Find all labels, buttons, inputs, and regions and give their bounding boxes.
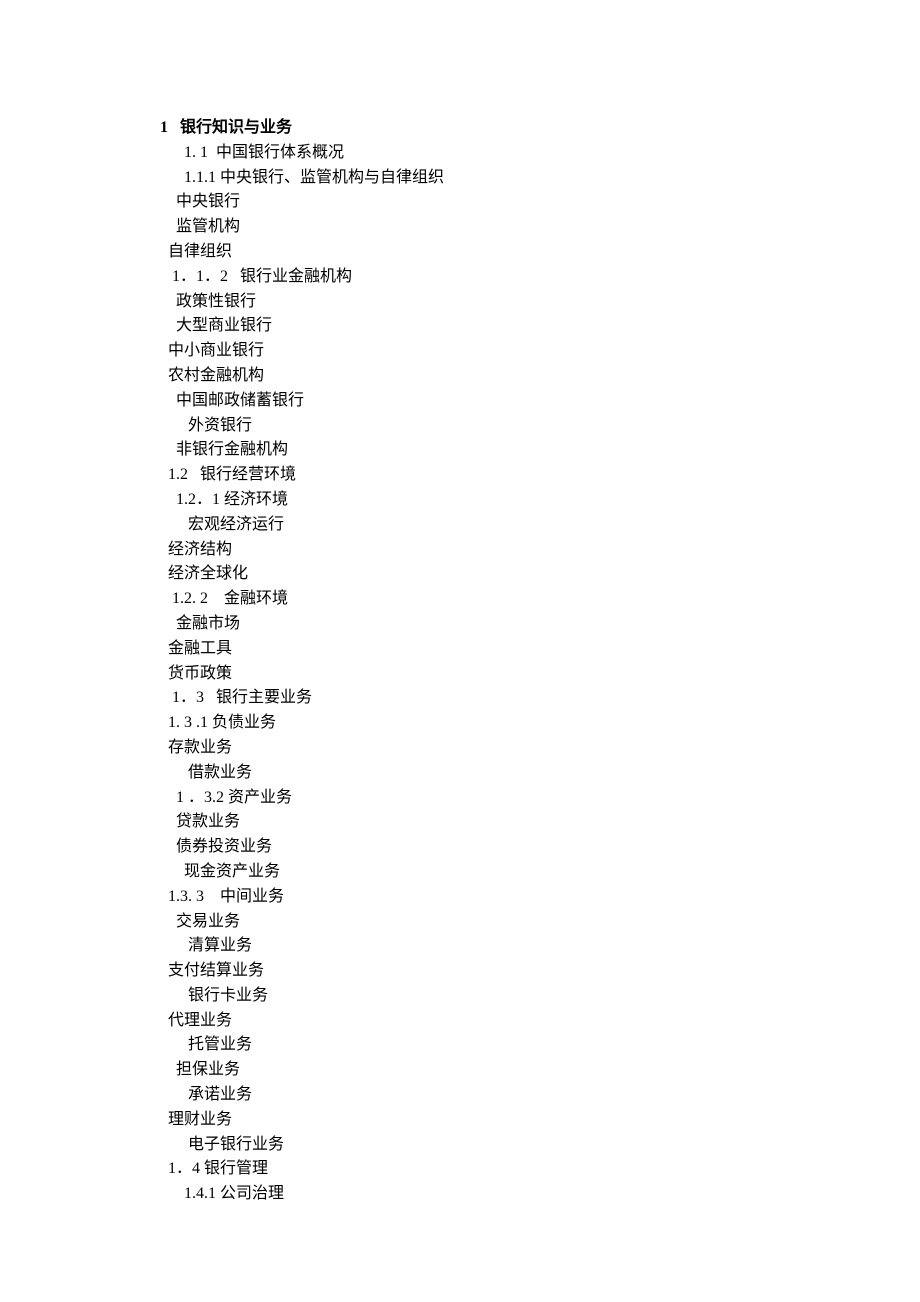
outline-line: 非银行金融机构 — [160, 438, 780, 463]
outline-line: 1.2 银行经营环境 — [160, 463, 780, 488]
outline-line: 1．1．2 银行业金融机构 — [160, 265, 780, 290]
outline-line: 电子银行业务 — [160, 1133, 780, 1158]
outline-line: 监管机构 — [160, 215, 780, 240]
outline-line: 借款业务 — [160, 761, 780, 786]
outline-line: 农村金融机构 — [160, 364, 780, 389]
outline-line: 自律组织 — [160, 240, 780, 265]
outline-line: 货币政策 — [160, 662, 780, 687]
outline-line: 1 银行知识与业务 — [160, 116, 780, 141]
outline-line: 1.2. 2 金融环境 — [160, 587, 780, 612]
outline-line: 现金资产业务 — [160, 860, 780, 885]
outline-line: 1．3 银行主要业务 — [160, 686, 780, 711]
outline-line: 外资银行 — [160, 414, 780, 439]
document-page: 1 银行知识与业务1. 1 中国银行体系概况1.1.1 中央银行、监管机构与自律… — [0, 0, 780, 1207]
outline-line: 大型商业银行 — [160, 314, 780, 339]
outline-line: 1.4.1 公司治理 — [160, 1182, 780, 1207]
outline-line: 存款业务 — [160, 736, 780, 761]
outline-line: 中央银行 — [160, 190, 780, 215]
outline-line: 交易业务 — [160, 910, 780, 935]
outline-line: 宏观经济运行 — [160, 513, 780, 538]
outline-line: 担保业务 — [160, 1058, 780, 1083]
outline-line: 金融市场 — [160, 612, 780, 637]
outline-line: 代理业务 — [160, 1009, 780, 1034]
outline-line: 1. 1 中国银行体系概况 — [160, 141, 780, 166]
outline-line: 贷款业务 — [160, 810, 780, 835]
outline-line: 中小商业银行 — [160, 339, 780, 364]
outline-line: 政策性银行 — [160, 290, 780, 315]
outline-line: 1.1.1 中央银行、监管机构与自律组织 — [160, 166, 780, 191]
outline-line: 清算业务 — [160, 934, 780, 959]
outline-line: 托管业务 — [160, 1033, 780, 1058]
outline-line: 支付结算业务 — [160, 959, 780, 984]
outline-line: 银行卡业务 — [160, 984, 780, 1009]
outline-line: 承诺业务 — [160, 1083, 780, 1108]
outline-line: 金融工具 — [160, 637, 780, 662]
outline-line: 债券投资业务 — [160, 835, 780, 860]
outline-line: 经济结构 — [160, 538, 780, 563]
outline-line: 理财业务 — [160, 1108, 780, 1133]
outline-line: 1．4 银行管理 — [160, 1157, 780, 1182]
outline-line: 经济全球化 — [160, 562, 780, 587]
outline-line: 1 ．3.2 资产业务 — [160, 786, 780, 811]
outline-line: 中国邮政储蓄银行 — [160, 389, 780, 414]
outline-line: 1.2．1 经济环境 — [160, 488, 780, 513]
outline-line: 1. 3 .1 负债业务 — [160, 711, 780, 736]
outline-line: 1.3. 3 中间业务 — [160, 885, 780, 910]
